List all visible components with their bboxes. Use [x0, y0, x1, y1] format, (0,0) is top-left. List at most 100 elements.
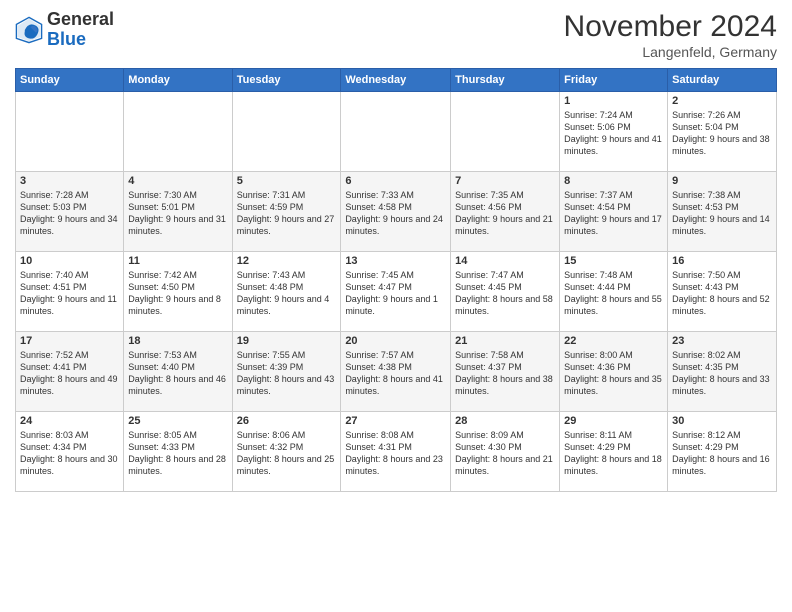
table-row	[341, 92, 451, 172]
table-row: 20 Sunrise: 7:57 AM Sunset: 4:38 PM Dayli…	[341, 332, 451, 412]
month-title: November 2024	[564, 10, 777, 44]
day-number: 29	[564, 415, 663, 427]
col-tuesday: Tuesday	[232, 69, 341, 92]
day-info: Sunrise: 7:47 AM Sunset: 4:45 PM Dayligh…	[455, 269, 555, 318]
table-row: 4Sunrise: 7:30 AM Sunset: 5:01 PM Daylig…	[124, 172, 232, 252]
day-number: 30	[672, 415, 772, 427]
page: General Blue November 2024 Langenfeld, G…	[0, 0, 792, 612]
table-row: 15Sunrise: 7:48 AM Sunset: 4:44 PM Dayli…	[560, 252, 668, 332]
day-info: Sunrise: 7:37 AM Sunset: 4:54 PM Dayligh…	[564, 189, 663, 238]
col-sunday: Sunday	[16, 69, 124, 92]
day-number: 6	[345, 175, 446, 187]
col-saturday: Saturday	[668, 69, 777, 92]
table-row: 13 Sunrise: 7:45 AM Sunset: 4:47 PM Dayli…	[341, 252, 451, 332]
table-row: 21 Sunrise: 7:58 AM Sunset: 4:37 PM Dayli…	[451, 332, 560, 412]
day-info: Sunrise: 7:38 AM Sunset: 4:53 PM Dayligh…	[672, 189, 772, 238]
day-info: Sunrise: 7:28 AM Sunset: 5:03 PM Dayligh…	[20, 189, 119, 238]
table-row: 11Sunrise: 7:42 AM Sunset: 4:50 PM Dayli…	[124, 252, 232, 332]
table-row: 29 Sunrise: 8:11 AM Sunset: 4:29 PM Dayli…	[560, 412, 668, 492]
col-wednesday: Wednesday	[341, 69, 451, 92]
col-thursday: Thursday	[451, 69, 560, 92]
calendar-table: Sunday Monday Tuesday Wednesday Thursday…	[15, 68, 777, 492]
calendar-week-row: 10 Sunrise: 7:40 AM Sunset: 4:51 PM Dayli…	[16, 252, 777, 332]
day-number: 24	[20, 415, 119, 427]
day-info: Sunrise: 8:05 AM Sunset: 4:33 PM Dayligh…	[128, 429, 227, 478]
day-number: 1	[564, 95, 663, 107]
day-info: Sunrise: 7:45 AM Sunset: 4:47 PM Dayligh…	[345, 269, 446, 318]
table-row: 8 Sunrise: 7:37 AM Sunset: 4:54 PM Daylig…	[560, 172, 668, 252]
day-info: Sunrise: 7:24 AM Sunset: 5:06 PM Dayligh…	[564, 109, 663, 158]
day-number: 17	[20, 335, 119, 347]
day-number: 19	[237, 335, 337, 347]
day-number: 5	[237, 175, 337, 187]
calendar-week-row: 1 Sunrise: 7:24 AM Sunset: 5:06 PM Daylig…	[16, 92, 777, 172]
logo-text: General Blue	[47, 10, 114, 50]
table-row	[16, 92, 124, 172]
table-row: 30 Sunrise: 8:12 AM Sunset: 4:29 PM Dayli…	[668, 412, 777, 492]
day-number: 14	[455, 255, 555, 267]
day-info: Sunrise: 7:40 AM Sunset: 4:51 PM Dayligh…	[20, 269, 119, 318]
table-row: 1 Sunrise: 7:24 AM Sunset: 5:06 PM Daylig…	[560, 92, 668, 172]
generalblue-logo-icon	[15, 16, 43, 44]
day-number: 10	[20, 255, 119, 267]
location: Langenfeld, Germany	[564, 44, 777, 60]
table-row: 12 Sunrise: 7:43 AM Sunset: 4:48 PM Dayli…	[232, 252, 341, 332]
table-row: 2 Sunrise: 7:26 AM Sunset: 5:04 PM Daylig…	[668, 92, 777, 172]
calendar-week-row: 17 Sunrise: 7:52 AM Sunset: 4:41 PM Dayli…	[16, 332, 777, 412]
day-info: Sunrise: 8:03 AM Sunset: 4:34 PM Dayligh…	[20, 429, 119, 478]
day-info: Sunrise: 7:55 AM Sunset: 4:39 PM Dayligh…	[237, 349, 337, 398]
day-info: Sunrise: 7:52 AM Sunset: 4:41 PM Dayligh…	[20, 349, 119, 398]
table-row: 26Sunrise: 8:06 AM Sunset: 4:32 PM Dayli…	[232, 412, 341, 492]
day-number: 22	[564, 335, 663, 347]
day-info: Sunrise: 8:02 AM Sunset: 4:35 PM Dayligh…	[672, 349, 772, 398]
day-info: Sunrise: 7:43 AM Sunset: 4:48 PM Dayligh…	[237, 269, 337, 318]
day-number: 26	[237, 415, 337, 427]
day-info: Sunrise: 7:58 AM Sunset: 4:37 PM Dayligh…	[455, 349, 555, 398]
table-row: 16 Sunrise: 7:50 AM Sunset: 4:43 PM Dayli…	[668, 252, 777, 332]
day-info: Sunrise: 8:11 AM Sunset: 4:29 PM Dayligh…	[564, 429, 663, 478]
day-number: 23	[672, 335, 772, 347]
day-info: Sunrise: 8:00 AM Sunset: 4:36 PM Dayligh…	[564, 349, 663, 398]
table-row: 3 Sunrise: 7:28 AM Sunset: 5:03 PM Daylig…	[16, 172, 124, 252]
table-row: 22 Sunrise: 8:00 AM Sunset: 4:36 PM Dayli…	[560, 332, 668, 412]
day-number: 4	[128, 175, 227, 187]
col-monday: Monday	[124, 69, 232, 92]
day-number: 11	[128, 255, 227, 267]
table-row: 17 Sunrise: 7:52 AM Sunset: 4:41 PM Dayli…	[16, 332, 124, 412]
day-info: Sunrise: 7:26 AM Sunset: 5:04 PM Dayligh…	[672, 109, 772, 158]
day-number: 12	[237, 255, 337, 267]
table-row: 28 Sunrise: 8:09 AM Sunset: 4:30 PM Dayli…	[451, 412, 560, 492]
logo-general: General	[47, 9, 114, 29]
day-number: 13	[345, 255, 446, 267]
day-number: 3	[20, 175, 119, 187]
col-friday: Friday	[560, 69, 668, 92]
table-row: 6 Sunrise: 7:33 AM Sunset: 4:58 PM Daylig…	[341, 172, 451, 252]
table-row: 14 Sunrise: 7:47 AM Sunset: 4:45 PM Dayli…	[451, 252, 560, 332]
day-number: 25	[128, 415, 227, 427]
day-info: Sunrise: 7:57 AM Sunset: 4:38 PM Dayligh…	[345, 349, 446, 398]
table-row: 7Sunrise: 7:35 AM Sunset: 4:56 PM Daylig…	[451, 172, 560, 252]
table-row	[124, 92, 232, 172]
table-row: 24 Sunrise: 8:03 AM Sunset: 4:34 PM Dayli…	[16, 412, 124, 492]
logo: General Blue	[15, 10, 114, 50]
day-number: 8	[564, 175, 663, 187]
day-info: Sunrise: 8:12 AM Sunset: 4:29 PM Dayligh…	[672, 429, 772, 478]
day-number: 18	[128, 335, 227, 347]
day-number: 20	[345, 335, 446, 347]
day-number: 2	[672, 95, 772, 107]
day-info: Sunrise: 7:33 AM Sunset: 4:58 PM Dayligh…	[345, 189, 446, 238]
table-row: 19 Sunrise: 7:55 AM Sunset: 4:39 PM Dayli…	[232, 332, 341, 412]
day-number: 7	[455, 175, 555, 187]
day-info: Sunrise: 8:09 AM Sunset: 4:30 PM Dayligh…	[455, 429, 555, 478]
table-row: 9 Sunrise: 7:38 AM Sunset: 4:53 PM Daylig…	[668, 172, 777, 252]
day-info: Sunrise: 7:48 AM Sunset: 4:44 PM Dayligh…	[564, 269, 663, 318]
day-info: Sunrise: 7:50 AM Sunset: 4:43 PM Dayligh…	[672, 269, 772, 318]
day-number: 9	[672, 175, 772, 187]
day-number: 16	[672, 255, 772, 267]
day-number: 28	[455, 415, 555, 427]
day-number: 27	[345, 415, 446, 427]
table-row	[451, 92, 560, 172]
table-row: 18Sunrise: 7:53 AM Sunset: 4:40 PM Dayli…	[124, 332, 232, 412]
day-number: 21	[455, 335, 555, 347]
table-row	[232, 92, 341, 172]
